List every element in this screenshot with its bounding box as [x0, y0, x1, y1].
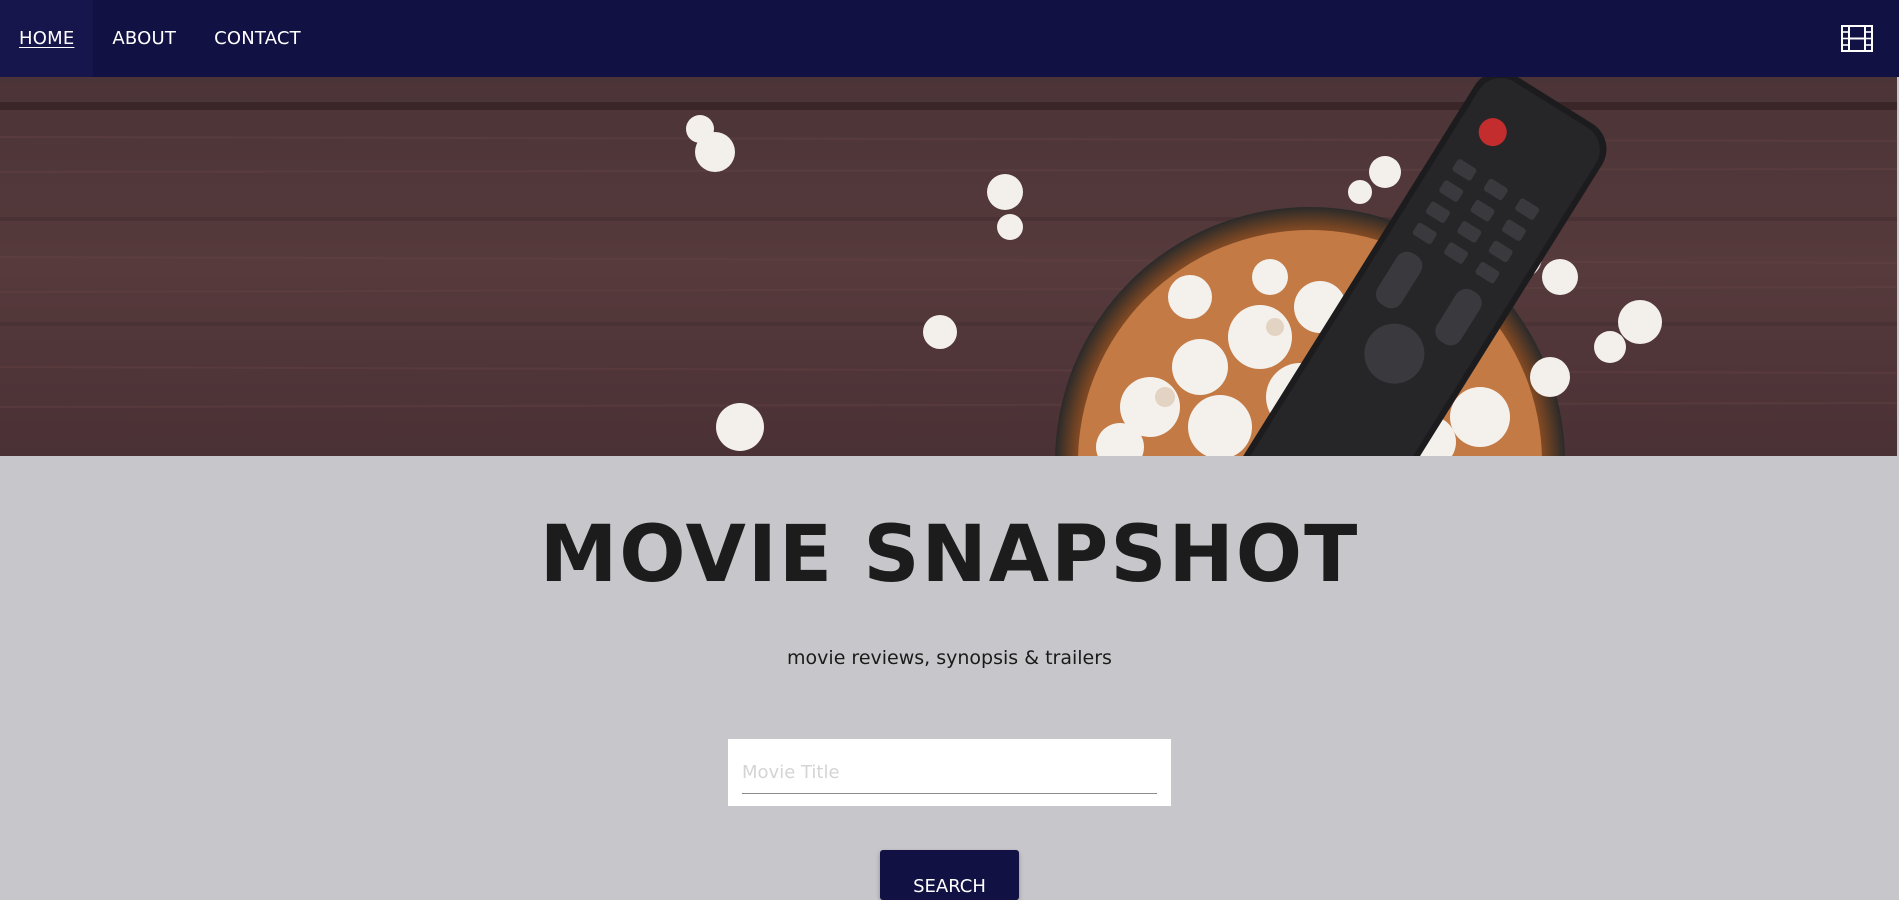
main-content: MOVIE SNAPSHOT movie reviews, synopsis &…: [0, 456, 1899, 900]
search-box: [728, 739, 1171, 806]
movie-title-input[interactable]: [742, 751, 1157, 794]
film-icon[interactable]: [1841, 25, 1873, 52]
nav-links: HOME ABOUT CONTACT: [0, 0, 320, 77]
navbar: HOME ABOUT CONTACT: [0, 0, 1899, 77]
search-button[interactable]: SEARCH: [880, 850, 1019, 900]
hero-image: [0, 77, 1897, 456]
nav-about-link[interactable]: ABOUT: [93, 0, 195, 77]
tagline: movie reviews, synopsis & trailers: [787, 647, 1112, 669]
site-title: MOVIE SNAPSHOT: [539, 510, 1360, 600]
nav-home-link[interactable]: HOME: [0, 0, 94, 77]
nav-contact-link[interactable]: CONTACT: [195, 0, 320, 77]
